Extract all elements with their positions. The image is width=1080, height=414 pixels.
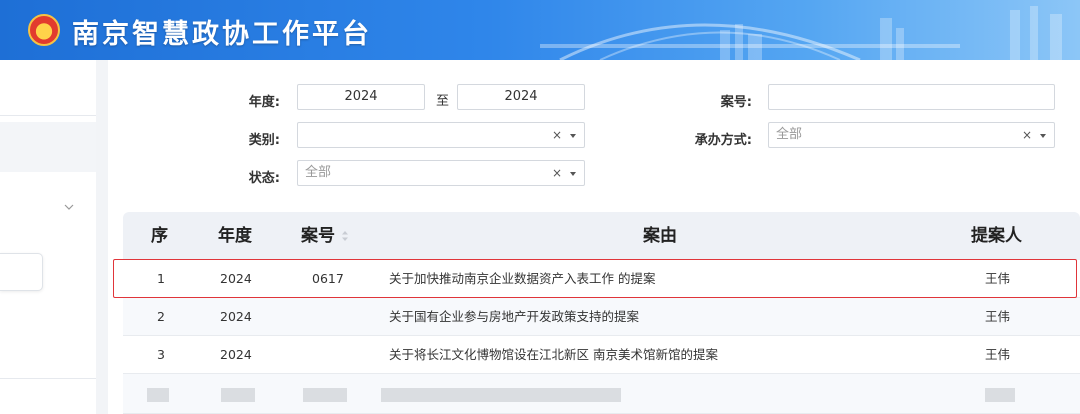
obscured-text bbox=[147, 388, 169, 402]
cell-proposer: 王伟 bbox=[985, 347, 1011, 362]
handling-method-label: 承办方式: bbox=[694, 133, 752, 148]
column-header-seq: 序 bbox=[151, 226, 168, 246]
sidebar-divider bbox=[96, 60, 108, 414]
column-header-case-no[interactable]: 案号 bbox=[301, 212, 335, 260]
year-from-input[interactable]: 2024 bbox=[297, 84, 425, 110]
table-row[interactable]: 1 2024 0617 关于加快推动南京企业数据资产入表工作 的提案 王伟 bbox=[123, 260, 1080, 298]
obscured-text bbox=[381, 388, 621, 402]
column-header-year: 年度 bbox=[218, 226, 252, 246]
status-select[interactable]: 全部 × bbox=[297, 160, 585, 186]
obscured-text bbox=[985, 388, 1015, 402]
proposal-table: 序 年度 案号 案由 提案人 1 2024 0617 关于加快推动南京企业数据资… bbox=[123, 212, 1080, 414]
caret-down-icon[interactable] bbox=[1040, 134, 1046, 138]
table-row[interactable]: 3 2024 关于将长江文化博物馆设在江北新区 南京美术馆新馆的提案 王伟 bbox=[123, 336, 1080, 374]
clear-icon[interactable]: × bbox=[1022, 123, 1032, 147]
table-row-obscured bbox=[123, 374, 1080, 414]
year-label: 年度: bbox=[248, 95, 280, 110]
cppcc-emblem-icon bbox=[28, 14, 60, 46]
cell-seq: 3 bbox=[157, 347, 165, 362]
cell-year: 2024 bbox=[220, 309, 252, 324]
sidebar-menu-group[interactable] bbox=[0, 122, 96, 210]
cell-seq: 1 bbox=[157, 271, 165, 286]
case-no-label: 案号: bbox=[720, 95, 752, 110]
year-to-input[interactable]: 2024 bbox=[457, 84, 585, 110]
clear-icon[interactable]: × bbox=[552, 161, 562, 185]
cell-subject[interactable]: 关于加快推动南京企业数据资产入表工作 的提案 bbox=[389, 260, 655, 297]
sidebar-bottom-item[interactable] bbox=[0, 378, 96, 414]
status-placeholder: 全部 bbox=[305, 165, 332, 180]
app-title: 南京智慧政协工作平台 bbox=[72, 19, 372, 50]
cell-proposer: 王伟 bbox=[985, 271, 1011, 286]
sidebar-active-item[interactable] bbox=[0, 253, 43, 291]
case-no-input[interactable] bbox=[768, 84, 1055, 110]
table-row[interactable]: 2 2024 关于国有企业参与房地产开发政策支持的提案 王伟 bbox=[123, 298, 1080, 336]
category-label: 类别: bbox=[248, 133, 280, 148]
caret-down-icon[interactable] bbox=[570, 172, 576, 176]
year-range-separator: 至 bbox=[436, 94, 450, 109]
sidebar bbox=[0, 60, 96, 414]
caret-down-icon[interactable] bbox=[570, 134, 576, 138]
app-header: 南京智慧政协工作平台 bbox=[0, 0, 1080, 60]
cell-proposer: 王伟 bbox=[985, 309, 1011, 324]
cell-year: 2024 bbox=[220, 271, 252, 286]
obscured-text bbox=[221, 388, 255, 402]
cell-year: 2024 bbox=[220, 347, 252, 362]
clear-icon[interactable]: × bbox=[552, 123, 562, 147]
cell-seq: 2 bbox=[157, 309, 165, 324]
column-header-subject: 案由 bbox=[643, 226, 677, 246]
handling-method-select[interactable]: 全部 × bbox=[768, 122, 1055, 148]
sort-icon[interactable] bbox=[341, 230, 349, 242]
handling-method-placeholder: 全部 bbox=[776, 127, 803, 142]
cell-subject[interactable]: 关于将长江文化博物馆设在江北新区 南京美术馆新馆的提案 bbox=[389, 336, 718, 373]
obscured-text bbox=[303, 388, 347, 402]
table-header: 序 年度 案号 案由 提案人 bbox=[123, 212, 1080, 260]
chevron-down-icon[interactable] bbox=[64, 202, 74, 212]
column-header-proposer: 提案人 bbox=[971, 226, 1022, 246]
status-label: 状态: bbox=[248, 171, 280, 186]
cell-subject[interactable]: 关于国有企业参与房地产开发政策支持的提案 bbox=[389, 298, 639, 335]
category-select[interactable]: × bbox=[297, 122, 585, 148]
sidebar-top-item[interactable] bbox=[0, 60, 96, 116]
cell-case-no: 0617 bbox=[312, 271, 344, 286]
